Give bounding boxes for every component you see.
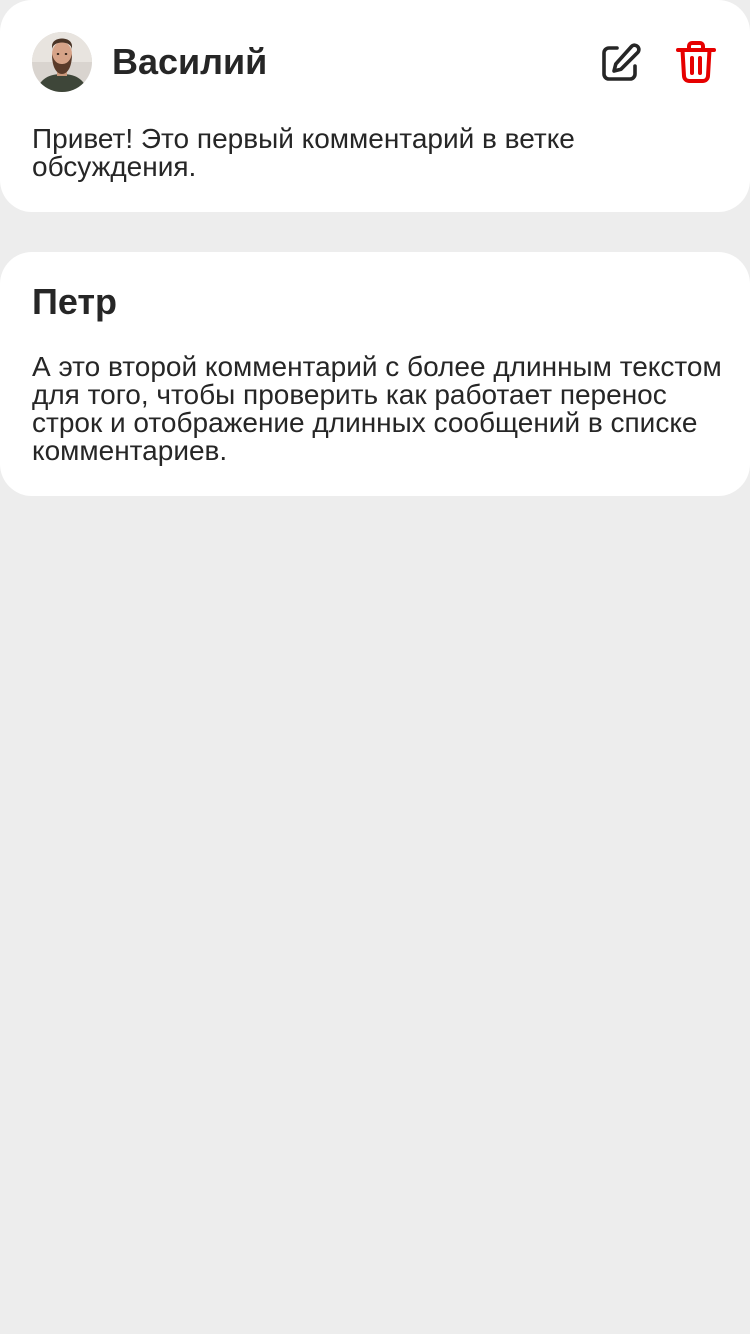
comment-header: Петр xyxy=(32,282,718,322)
trash-icon xyxy=(676,41,716,83)
edit-button[interactable] xyxy=(598,41,642,85)
author-name: Василий xyxy=(112,41,268,82)
bearded-man-avatar-icon xyxy=(32,32,92,92)
comment-header: Василий xyxy=(32,32,718,92)
comment-text: Привет! Это первый комментарий в ветке о… xyxy=(32,123,575,182)
author-name: Петр xyxy=(32,281,118,322)
delete-button[interactable] xyxy=(674,40,718,84)
avatar xyxy=(32,32,92,92)
comment-actions xyxy=(598,39,718,85)
pencil-square-icon xyxy=(602,43,641,81)
comment-card: Петр А это второй комментарий с более дл… xyxy=(0,252,750,496)
comment-card: Василий Привет! Это первый комментарий в… xyxy=(0,0,750,212)
comment-text: А это второй комментарий с более длинным… xyxy=(32,351,722,466)
